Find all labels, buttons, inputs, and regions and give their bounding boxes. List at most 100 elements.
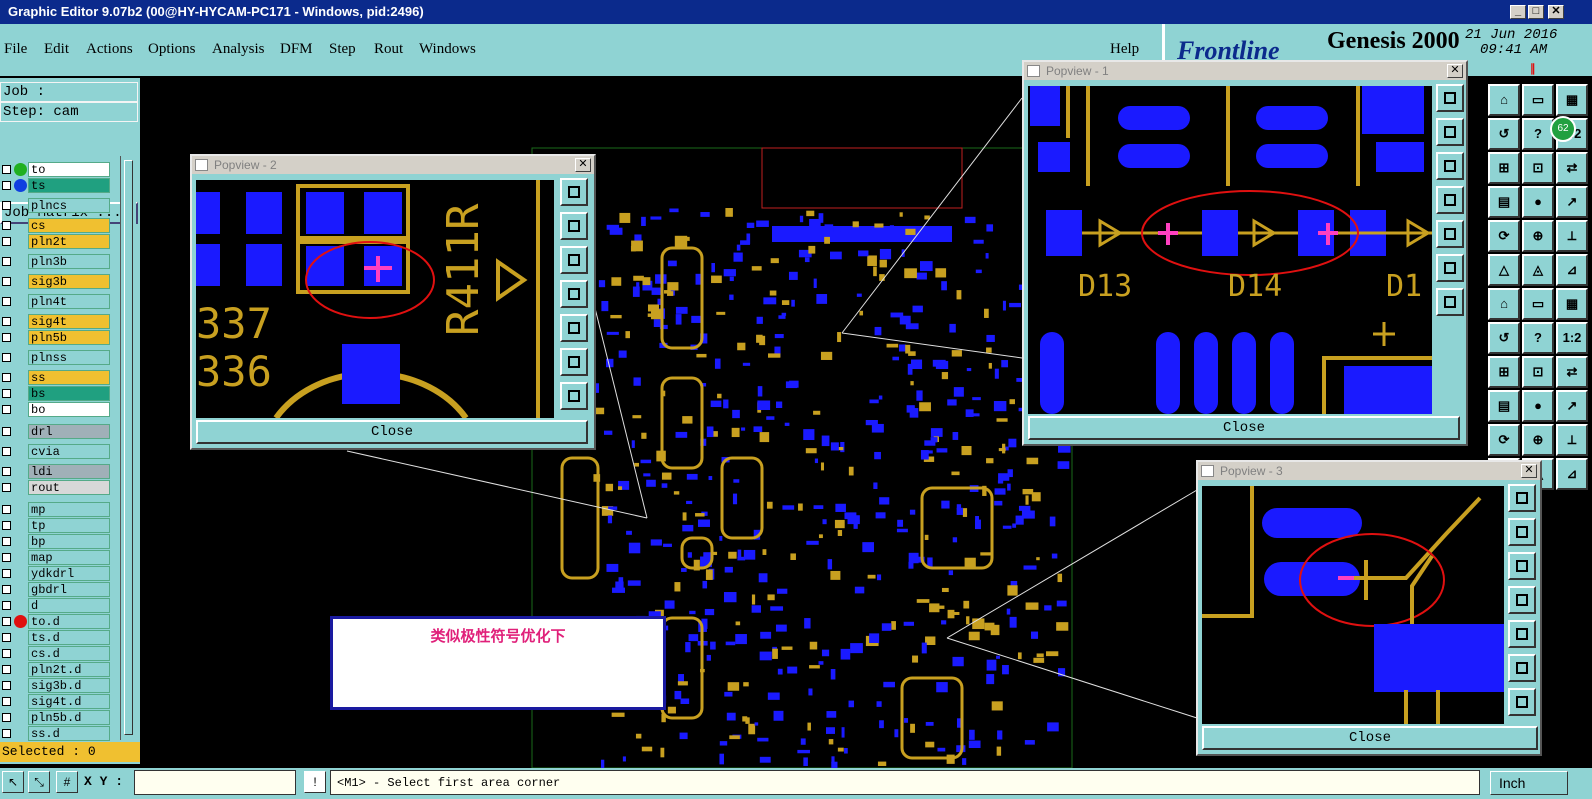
layer-row[interactable]: pln5b <box>0 330 112 345</box>
popview-tool-button[interactable] <box>1508 552 1536 580</box>
menu-analysis[interactable]: Analysis <box>212 41 265 58</box>
layer-row[interactable]: rout <box>0 480 112 495</box>
popview-tool-button[interactable] <box>1508 586 1536 614</box>
popview-3-view[interactable] <box>1202 486 1504 724</box>
layer-checkbox[interactable] <box>2 427 11 436</box>
toolbar-button[interactable]: ⊞ <box>1488 356 1520 388</box>
layer-row[interactable]: to.d <box>0 614 112 629</box>
popview-1-close-button[interactable]: Close <box>1028 416 1460 440</box>
toolbar-button[interactable]: ⟂ <box>1556 220 1588 252</box>
popview-2-close-x[interactable]: ✕ <box>575 158 591 172</box>
layer-checkbox[interactable] <box>2 333 11 342</box>
layer-checkbox[interactable] <box>2 483 11 492</box>
popview-3-close-x[interactable]: ✕ <box>1521 464 1537 478</box>
layer-row[interactable]: tp <box>0 518 112 533</box>
layer-checkbox[interactable] <box>2 601 11 610</box>
layer-checkbox[interactable] <box>2 447 11 456</box>
popview-2-close-button[interactable]: Close <box>196 420 588 444</box>
toolbar-button[interactable]: ↺ <box>1488 322 1520 354</box>
layer-checkbox[interactable] <box>2 277 11 286</box>
layer-row[interactable]: sig3b.d <box>0 678 112 693</box>
unit-selector[interactable]: Inch <box>1490 771 1568 795</box>
popview-tool-button[interactable] <box>1436 288 1464 316</box>
layer-label[interactable]: sig3b.d <box>28 678 110 693</box>
layer-label[interactable]: to <box>28 162 110 177</box>
layer-label[interactable]: mp <box>28 502 110 517</box>
popview-tool-button[interactable] <box>560 178 588 206</box>
layer-checkbox[interactable] <box>2 729 11 738</box>
layer-label[interactable]: gbdrl <box>28 582 110 597</box>
layer-label[interactable]: pln3b <box>28 254 110 269</box>
layer-row[interactable]: pln2t <box>0 234 112 249</box>
layer-row[interactable]: ts.d <box>0 630 112 645</box>
layer-scrollbar[interactable] <box>120 156 136 740</box>
layer-label[interactable]: rout <box>28 480 110 495</box>
toolbar-button[interactable]: ⊿ <box>1556 254 1588 286</box>
layer-label[interactable]: bs <box>28 386 110 401</box>
xy-coordinate-field[interactable] <box>134 770 296 795</box>
layer-row[interactable]: mp <box>0 502 112 517</box>
menu-help[interactable]: Help <box>1110 41 1139 58</box>
layer-checkbox[interactable] <box>2 405 11 414</box>
toolbar-button[interactable]: ▦ <box>1556 84 1588 116</box>
toolbar-button[interactable]: △ <box>1488 254 1520 286</box>
layer-color-dot[interactable] <box>14 163 27 176</box>
layer-checkbox[interactable] <box>2 165 11 174</box>
popview-1[interactable]: Popview - 1 ✕ D13 D14 D1 Close <box>1022 60 1468 446</box>
layer-row[interactable]: cvia <box>0 444 112 459</box>
layer-label[interactable]: ss <box>28 370 110 385</box>
layer-label[interactable]: map <box>28 550 110 565</box>
toolbar-button[interactable]: ↗ <box>1556 390 1588 422</box>
toolbar-button[interactable]: ▭ <box>1522 288 1554 320</box>
layer-label[interactable]: bo <box>28 402 110 417</box>
toolbar-button[interactable]: ⌂ <box>1488 84 1520 116</box>
popview-tool-button[interactable] <box>560 280 588 308</box>
layer-row[interactable]: plnss <box>0 350 112 365</box>
layer-checkbox[interactable] <box>2 201 11 210</box>
menu-options[interactable]: Options <box>148 41 196 58</box>
toolbar-button[interactable]: 1:2 <box>1556 322 1588 354</box>
toolbar-button[interactable]: ⟳ <box>1488 424 1520 456</box>
toolbar-button[interactable]: ▭ <box>1522 84 1554 116</box>
layer-checkbox[interactable] <box>2 617 11 626</box>
layer-row[interactable]: d <box>0 598 112 613</box>
layer-checkbox[interactable] <box>2 521 11 530</box>
layer-label[interactable]: ydkdrl <box>28 566 110 581</box>
layer-label[interactable]: cvia <box>28 444 110 459</box>
toolbar-button[interactable]: ● <box>1522 390 1554 422</box>
toolbar-button[interactable]: ● <box>1522 186 1554 218</box>
layer-checkbox[interactable] <box>2 389 11 398</box>
popview-tool-button[interactable] <box>1508 484 1536 512</box>
toolbar-button[interactable]: ⊿ <box>1556 458 1588 490</box>
toolbar-button[interactable]: ▦ <box>1556 288 1588 320</box>
layer-checkbox[interactable] <box>2 569 11 578</box>
layer-label[interactable]: cs.d <box>28 646 110 661</box>
layer-label[interactable]: pln2t.d <box>28 662 110 677</box>
menu-edit[interactable]: Edit <box>44 41 69 58</box>
popview-tool-button[interactable] <box>1508 620 1536 648</box>
toolbar-button[interactable]: ▤ <box>1488 390 1520 422</box>
toolbar-button[interactable]: ▤ <box>1488 186 1520 218</box>
layer-color-dot[interactable] <box>14 179 27 192</box>
layer-row[interactable]: bo <box>0 402 112 417</box>
layer-checkbox[interactable] <box>2 649 11 658</box>
popview-tool-button[interactable] <box>1436 152 1464 180</box>
layer-row[interactable]: drl <box>0 424 112 439</box>
layer-color-dot[interactable] <box>14 615 27 628</box>
menu-windows[interactable]: Windows <box>419 41 476 58</box>
layer-label[interactable]: bp <box>28 534 110 549</box>
layer-label[interactable]: ss.d <box>28 726 110 741</box>
layer-label[interactable]: drl <box>28 424 110 439</box>
popview-2[interactable]: Popview - 2 ✕ 337 336 R411R Close <box>190 154 596 450</box>
menu-rout[interactable]: Rout <box>374 41 403 58</box>
toolbar-button[interactable]: ⊕ <box>1522 424 1554 456</box>
menu-actions[interactable]: Actions <box>86 41 133 58</box>
grid-icon[interactable]: # <box>56 771 78 793</box>
layer-row[interactable]: bp <box>0 534 112 549</box>
popview-tool-button[interactable] <box>1508 688 1536 716</box>
alert-icon[interactable]: ! <box>304 771 326 793</box>
layer-label[interactable]: pln2t <box>28 234 110 249</box>
popview-1-view[interactable]: D13 D14 D1 <box>1028 86 1432 414</box>
layer-checkbox[interactable] <box>2 297 11 306</box>
layer-row[interactable]: pln3b <box>0 254 112 269</box>
